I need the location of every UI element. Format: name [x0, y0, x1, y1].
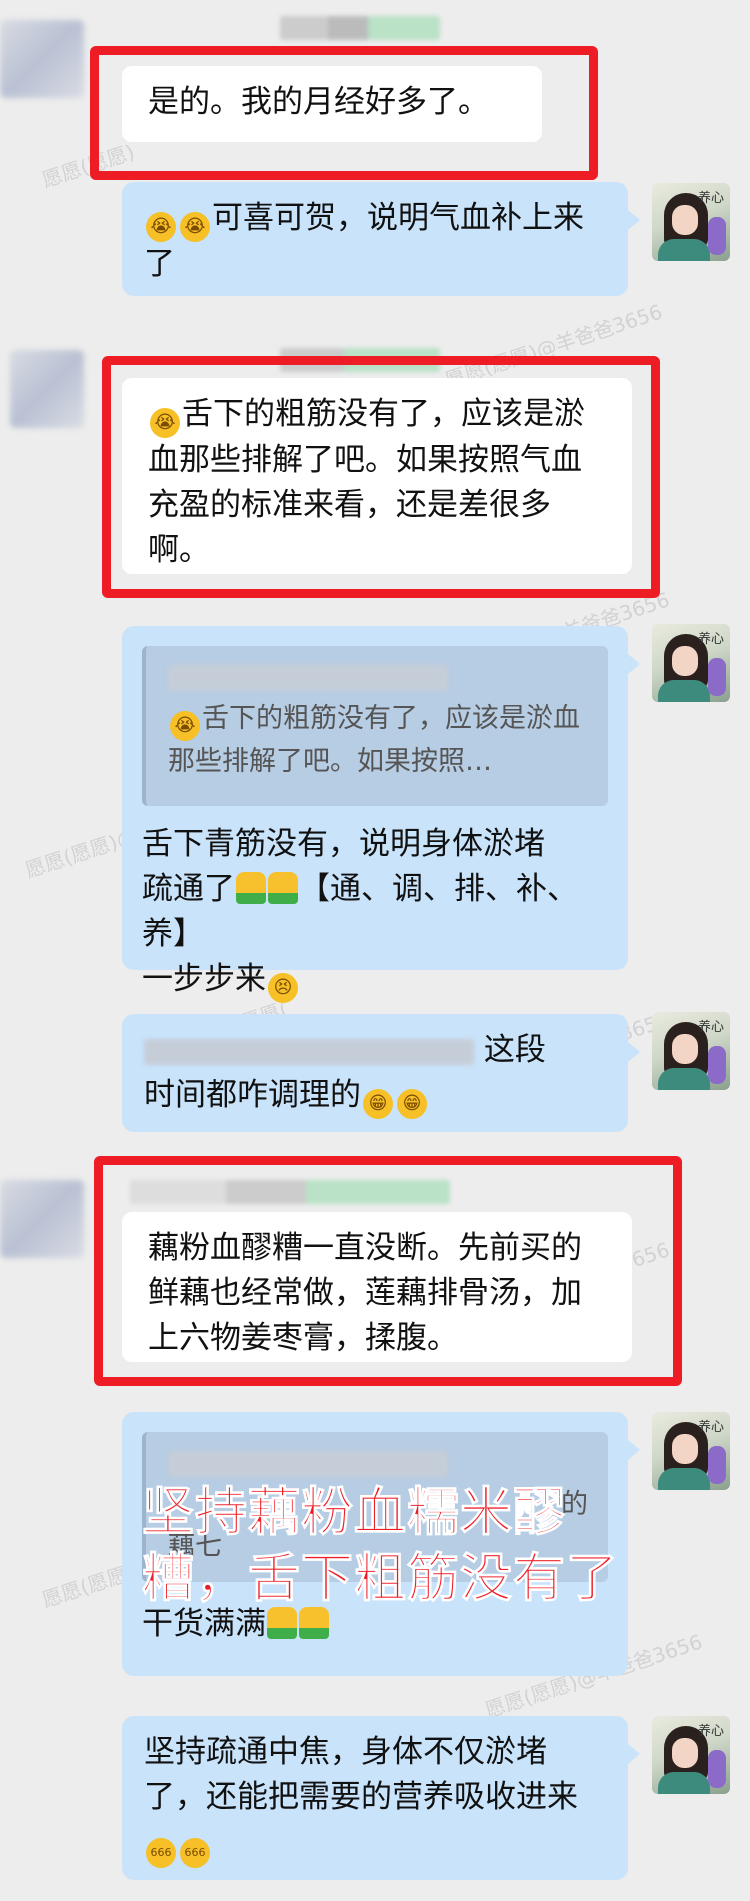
message-bubble[interactable]: 坚持疏通中焦，身体不仅淤堵了，还能把需要的营养吸收进来 666 666 — [122, 1716, 640, 1880]
message-text: 疏通了 — [142, 871, 235, 907]
message-text: 舌下青筋没有，说明身体淤堵 — [142, 826, 545, 862]
thumbs-up-icon — [236, 872, 266, 904]
avatar[interactable]: 养心 — [652, 183, 730, 261]
quoted-message[interactable]: 😭 舌下的粗筋没有了，应该是淤血那些排解了吧。如果按照… — [142, 646, 608, 806]
message-text: 一步步来 — [142, 961, 266, 997]
message-text: 时间都咋调理的 — [144, 1077, 361, 1113]
message-text: 这段 — [483, 1032, 546, 1068]
smirk-666-emoji-icon: 666 — [146, 1838, 176, 1868]
message-text: 坚持疏通中焦，身体不仅淤堵了，还能把需要的营养吸收进来 — [144, 1734, 578, 1815]
quoted-text: 舌下的粗筋没有了，应该是淤血那些排解了吧。如果按照… — [168, 703, 580, 777]
message-bubble[interactable]: 😭 舌下的粗筋没有了，应该是淤血那些排解了吧。如果按照气血充盈的标准来看，还是差很… — [122, 378, 632, 574]
smirk-666-emoji-icon: 666 — [180, 1838, 210, 1868]
annotation-line: 坚持藕粉血糯米醪 — [141, 1483, 567, 1544]
annotation-overlay: 坚持藕粉血糯米醪 糟，舌下粗筋没有了 — [141, 1480, 620, 1612]
crying-emoji-icon: 😭 — [146, 212, 176, 242]
message-bubble[interactable]: 😭 😭 可喜可贺，说明气血补上来了 — [122, 182, 640, 296]
thumbs-up-icon — [268, 872, 298, 904]
message-text: 可喜可贺，说明气血补上来了 — [144, 200, 584, 282]
crying-emoji-icon: 😭 — [170, 711, 200, 741]
avatar-blurred[interactable] — [0, 20, 84, 98]
message-text: 是的。我的月经好多了。 — [148, 84, 489, 120]
crying-emoji-icon: 😭 — [180, 212, 210, 242]
avatar[interactable]: 养心 — [652, 1012, 730, 1090]
struggle-emoji-icon: 😣 — [268, 973, 298, 1003]
grin-emoji-icon: 😁 — [397, 1089, 427, 1119]
message-bubble[interactable]: 藕粉血醪糟一直没断。先前买的鲜藕也经常做，莲藕排骨汤，加上六物姜枣膏，揉腹。 — [122, 1212, 632, 1362]
message-bubble[interactable]: 这段 时间都咋调理的 😁 😁 — [122, 1014, 640, 1132]
message-text: 藕粉血醪糟一直没断。先前买的鲜藕也经常做，莲藕排骨汤，加上六物姜枣膏，揉腹。 — [148, 1230, 582, 1356]
sender-name-blurred — [280, 16, 440, 40]
grin-emoji-icon: 😁 — [363, 1089, 393, 1119]
annotation-line: 糟，舌下粗筋没有了 — [141, 1549, 620, 1610]
avatar[interactable]: 养心 — [652, 624, 730, 702]
crying-emoji-icon: 😭 — [150, 408, 180, 438]
message-text: 舌下的粗筋没有了，应该是淤血那些排解了吧。如果按照气血充盈的标准来看，还是差很多… — [148, 396, 585, 568]
message-bubble[interactable]: 😭 舌下的粗筋没有了，应该是淤血那些排解了吧。如果按照… 舌下青筋没有，说明身体淤… — [122, 626, 640, 1003]
message-bubble[interactable]: 是的。我的月经好多了。 — [122, 66, 542, 142]
avatar[interactable]: 养心 — [652, 1412, 730, 1490]
avatar[interactable]: 养心 — [652, 1716, 730, 1794]
avatar-blurred[interactable] — [10, 350, 84, 428]
avatar-blurred[interactable] — [0, 1180, 84, 1258]
